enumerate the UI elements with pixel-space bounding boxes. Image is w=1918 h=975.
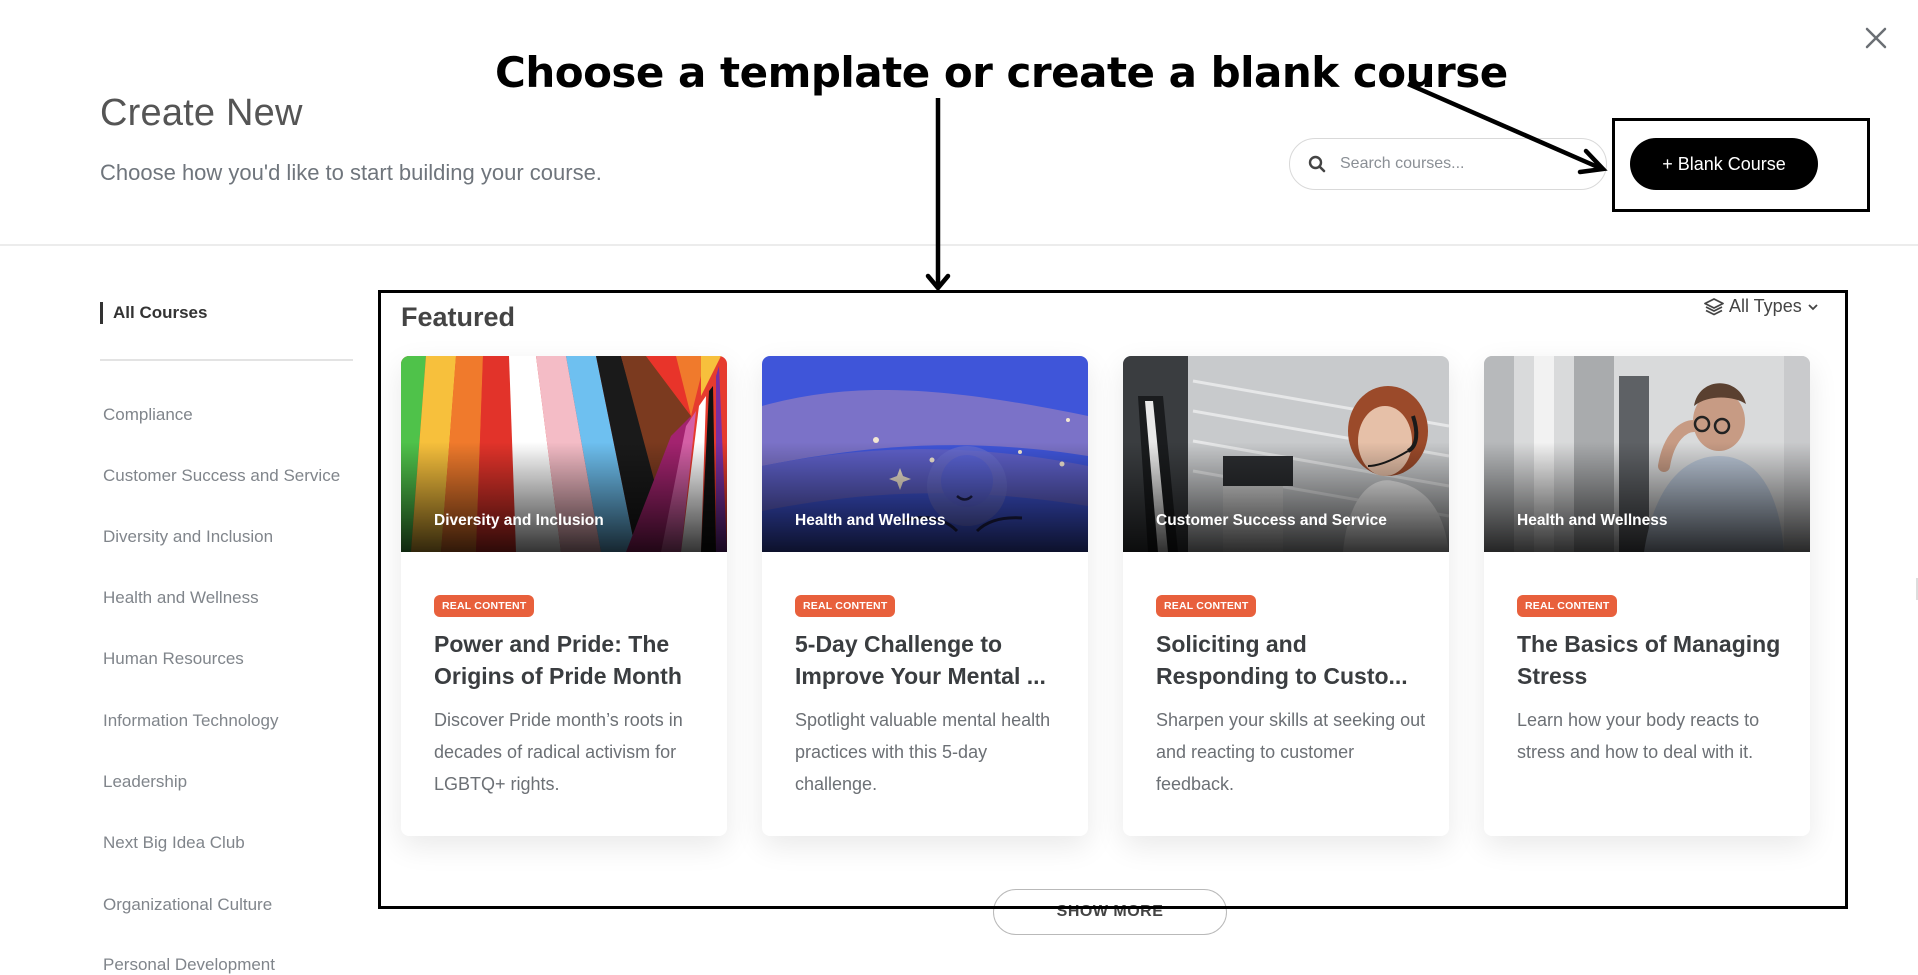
card-description: Spotlight valuable mental health practic… [795,710,1051,794]
real-content-badge: REAL CONTENT [795,595,896,617]
card-title: Soliciting and Responding to Custo... [1156,631,1408,689]
real-content-badge: REAL CONTENT [1156,595,1257,617]
card-category: Customer Success and Service [1156,512,1387,529]
course-thumbnail: Diversity and Inclusion [401,356,727,552]
page-title: Create New [100,92,303,134]
sidebar-item-information-technology[interactable]: Information Technology [103,711,278,731]
card-category: Health and Wellness [795,512,946,529]
course-thumbnail: Health and Wellness [1484,356,1810,552]
sidebar-item-next-big-idea-club[interactable]: Next Big Idea Club [103,833,245,853]
course-card[interactable]: Customer Success and Service REAL CONTEN… [1123,356,1449,836]
annotation-caption: Choose a template or create a blank cour… [495,48,1508,97]
featured-heading: Featured [401,302,516,332]
arrow-down-icon [925,98,951,292]
search-input[interactable] [1338,154,1582,174]
layers-icon [1704,297,1724,315]
course-card[interactable]: Health and Wellness REAL CONTENT 5-Day C… [762,356,1088,836]
sidebar-item-personal-development[interactable]: Personal Development [103,955,275,975]
sidebar-item-label: All Courses [113,303,208,322]
types-filter-label: All Types [1729,296,1802,316]
close-button[interactable] [1858,20,1894,56]
card-description: Learn how your body reacts to stress and… [1517,710,1760,762]
sidebar-item-leadership[interactable]: Leadership [103,772,187,792]
card-title: The Basics of Managing Stress [1517,631,1781,689]
sidebar-divider [100,359,353,361]
sidebar-item-customer-success[interactable]: Customer Success and Service [103,466,340,486]
course-thumbnail: Customer Success and Service [1123,356,1449,552]
search-icon [1308,155,1326,173]
sidebar-item-organizational-culture[interactable]: Organizational Culture [103,895,272,915]
card-title: 5-Day Challenge to Improve Your Mental .… [795,631,1046,689]
real-content-badge: REAL CONTENT [1517,595,1618,617]
card-title: Power and Pride: The Origins of Pride Mo… [434,631,682,689]
sidebar-item-all-courses[interactable]: All Courses [100,300,207,326]
show-more-button[interactable]: SHOW MORE [993,889,1227,935]
course-card[interactable]: Diversity and Inclusion REAL CONTENT Pow… [401,356,727,836]
card-category: Health and Wellness [1517,512,1668,529]
card-description: Sharpen your skills at seeking out and r… [1156,710,1426,794]
sidebar-item-compliance[interactable]: Compliance [103,405,193,425]
card-description: Discover Pride month’s roots in decades … [434,710,683,794]
types-filter-dropdown[interactable]: All Types [1703,296,1819,317]
sidebar-item-diversity[interactable]: Diversity and Inclusion [103,527,273,547]
chevron-down-icon [1808,303,1818,310]
page-subtitle: Choose how you'd like to start building … [100,160,602,185]
card-category: Diversity and Inclusion [434,512,604,529]
search-box[interactable] [1289,138,1607,190]
annotation-highlight-blank-course [1612,118,1870,212]
real-content-badge: REAL CONTENT [434,595,535,617]
close-icon [1865,27,1887,49]
sidebar-item-human-resources[interactable]: Human Resources [103,649,244,669]
active-indicator [100,302,103,324]
course-thumbnail: Health and Wellness [762,356,1088,552]
course-card[interactable]: Health and Wellness REAL CONTENT The Bas… [1484,356,1810,836]
sidebar-item-health[interactable]: Health and Wellness [103,588,259,608]
header-divider [0,244,1918,246]
